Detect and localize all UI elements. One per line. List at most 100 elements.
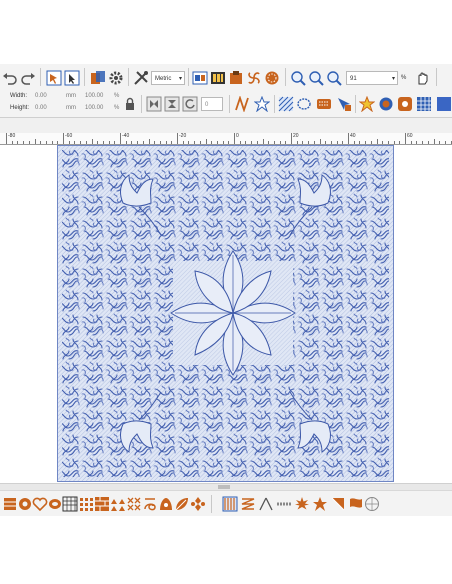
leaf-icon[interactable]	[174, 496, 190, 512]
cross-grid-icon[interactable]	[416, 96, 432, 112]
ruler-tick	[302, 141, 304, 144]
ruler-tick	[444, 141, 446, 144]
design-canvas[interactable]	[0, 145, 452, 483]
height-percent-field[interactable]: 100.00	[85, 105, 103, 111]
blue-square-icon[interactable]	[436, 96, 452, 112]
flag-icon[interactable]	[348, 496, 364, 512]
horizontal-scrollbar[interactable]	[0, 483, 452, 490]
select-object-icon[interactable]	[46, 70, 62, 86]
ruler-label: -40	[122, 133, 130, 139]
ruler-label: 40	[350, 133, 356, 139]
width-field[interactable]: 0.00	[35, 93, 47, 99]
view-icon[interactable]	[192, 70, 208, 86]
ruler-tick	[268, 141, 270, 144]
height-field[interactable]: 0.00	[35, 105, 47, 111]
toolbar-separator	[436, 68, 437, 86]
ruler-tick	[120, 133, 121, 144]
triangle-pattern-icon[interactable]	[110, 496, 126, 512]
toolbar-separator	[40, 68, 41, 86]
zoom-fit-icon[interactable]	[290, 70, 306, 86]
satin-icon[interactable]	[222, 496, 238, 512]
ruler-tick	[319, 139, 321, 144]
mirror-vertical-icon[interactable]	[164, 96, 180, 112]
ruler-tick	[291, 133, 292, 144]
ruler-tick	[194, 141, 196, 144]
ruler-tick	[6, 133, 7, 144]
circle-pattern-icon[interactable]	[378, 96, 394, 112]
dot-grid-icon[interactable]	[78, 496, 94, 512]
horizontal-ruler: -80 -60 -40 -20 0 20 40 60	[0, 133, 452, 145]
height-unit: mm	[66, 105, 76, 111]
ruler-tick	[28, 141, 30, 144]
brick-icon[interactable]	[94, 496, 110, 512]
zigzag-icon[interactable]	[240, 496, 256, 512]
ruler-tick	[131, 141, 133, 144]
ruler-tick	[285, 141, 287, 144]
toolbar-separator	[274, 95, 275, 113]
units-select[interactable]: Metric ▾	[151, 71, 185, 85]
width-percent-field[interactable]: 100.00	[85, 93, 103, 99]
mirror-horizontal-icon[interactable]	[146, 96, 162, 112]
applique-icon[interactable]	[397, 96, 413, 112]
ruler-tick	[165, 141, 167, 144]
height-percent-sign: %	[114, 105, 120, 111]
hand-icon[interactable]	[414, 70, 430, 86]
wind-icon[interactable]	[246, 70, 262, 86]
rotate-icon[interactable]	[182, 96, 198, 112]
ornament-icon[interactable]	[190, 496, 206, 512]
ruler-tick	[399, 141, 401, 144]
color-sequence-icon[interactable]	[90, 70, 106, 86]
zoom-select[interactable]: 91 ▾	[346, 71, 398, 85]
ruler-tick	[382, 141, 384, 144]
angle-field[interactable]: 0	[201, 97, 223, 111]
ruler-tick	[57, 141, 59, 144]
toolbar-separator	[211, 495, 212, 513]
star-icon[interactable]	[359, 96, 375, 112]
star-burst-icon[interactable]	[294, 496, 310, 512]
tools-icon[interactable]	[133, 70, 149, 86]
motif-icon[interactable]	[47, 496, 63, 512]
ruler-tick	[422, 141, 424, 144]
line-icon[interactable]	[276, 496, 292, 512]
grid-icon[interactable]	[62, 496, 78, 512]
ruler-tick	[148, 139, 150, 144]
ruler-tick	[97, 141, 99, 144]
zigzag-stitch-icon[interactable]	[234, 96, 250, 112]
fill-pattern-icon[interactable]	[278, 96, 294, 112]
zoom-out-icon[interactable]	[326, 70, 342, 86]
undo-icon[interactable]	[2, 70, 18, 86]
oval-outline-icon[interactable]	[296, 96, 312, 112]
design-icon[interactable]	[228, 70, 244, 86]
embroidery-design[interactable]	[57, 145, 394, 482]
motif-fill-icon[interactable]	[316, 96, 332, 112]
ruler-tick	[359, 141, 361, 144]
ruler-tick	[177, 133, 178, 144]
ruler-tick	[405, 133, 406, 144]
star-icon[interactable]	[312, 496, 328, 512]
star-outline-icon[interactable]	[254, 96, 270, 112]
swirl-icon[interactable]	[142, 496, 158, 512]
pattern-icon[interactable]	[264, 70, 280, 86]
bolt-icon[interactable]	[330, 496, 346, 512]
arrow-tool-icon[interactable]	[336, 96, 352, 112]
flower-icon[interactable]	[17, 496, 33, 512]
ruler-tick	[330, 141, 332, 144]
gear-icon[interactable]	[108, 70, 124, 86]
redo-icon[interactable]	[20, 70, 36, 86]
film-icon[interactable]	[210, 70, 226, 86]
ruler-tick	[245, 141, 247, 144]
triangle-icon[interactable]	[258, 496, 274, 512]
circle-icon[interactable]	[364, 496, 380, 512]
cross-stitch-icon[interactable]	[126, 496, 142, 512]
heart-icon[interactable]	[32, 496, 48, 512]
applique-shape-icon[interactable]	[158, 496, 174, 512]
ruler-tick	[171, 141, 173, 144]
fill-stitch-icon[interactable]	[2, 496, 18, 512]
scrollbar-thumb[interactable]	[218, 485, 230, 489]
ruler-tick	[45, 141, 47, 144]
select-icon[interactable]	[64, 70, 80, 86]
height-label: Height:	[10, 105, 30, 111]
ruler-tick	[256, 141, 258, 144]
lock-ratio-icon[interactable]	[122, 96, 138, 112]
zoom-in-icon[interactable]	[308, 70, 324, 86]
